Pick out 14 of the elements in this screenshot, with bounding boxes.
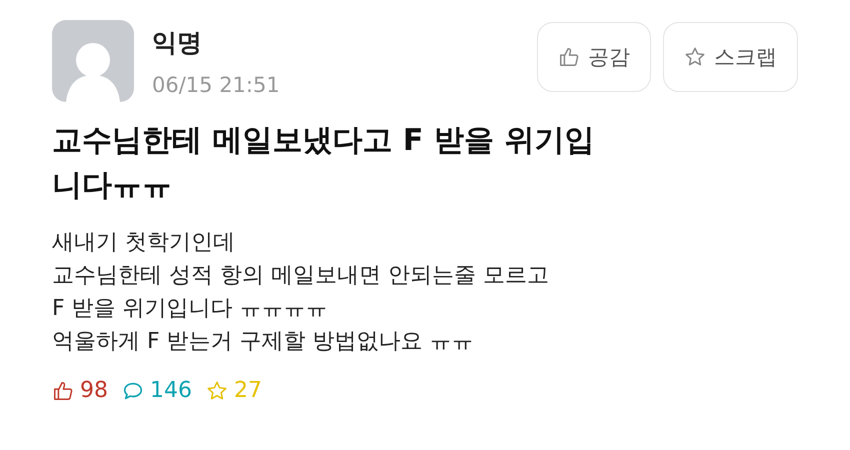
comment-count: 146 (150, 378, 192, 403)
author-name: 익명 (152, 27, 203, 59)
body-line: 억울하게 F 받는거 구제할 방법없나요 ㅠㅠ (52, 328, 475, 356)
like-count: 98 (80, 378, 108, 403)
like-button[interactable]: 공감 (537, 22, 651, 92)
scrap-count: 27 (234, 378, 262, 403)
post-date: 06/15 21:51 (152, 73, 280, 97)
body-line: 교수님한테 성적 항의 메일보내면 안되는줄 모르고 (52, 262, 550, 290)
star-icon (684, 46, 706, 68)
thumbs-up-icon (558, 46, 580, 68)
scrap-button[interactable]: 스크랩 (663, 22, 798, 92)
body-line: F 받을 위기입니다 ㅠㅠㅠㅠ (52, 295, 329, 323)
body-line: 새내기 첫학기인데 (52, 229, 236, 257)
post-title: 교수님한테 메일보냈다고 F 받을 위기입니다ㅠㅠ (52, 122, 596, 205)
